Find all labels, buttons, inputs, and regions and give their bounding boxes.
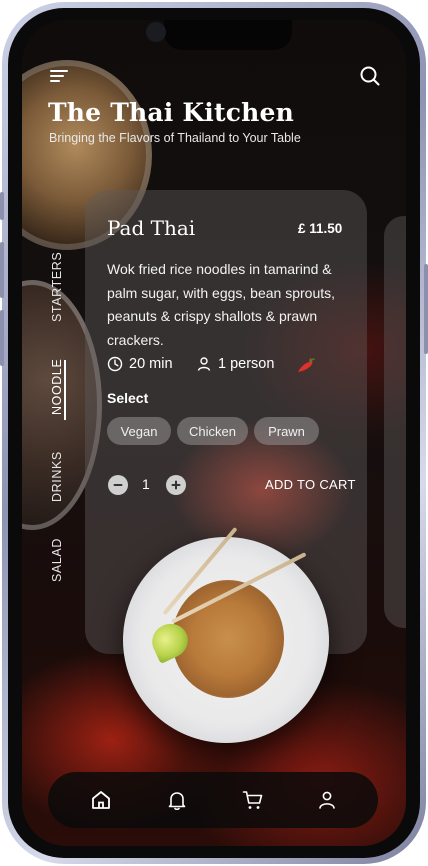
select-label: Select bbox=[107, 390, 149, 406]
user-icon bbox=[319, 791, 335, 809]
next-dish-card[interactable] bbox=[384, 216, 406, 628]
camera-dot bbox=[146, 22, 166, 42]
dish-price: £ 11.50 bbox=[298, 221, 343, 236]
page-title: The Thai Kitchen bbox=[48, 98, 295, 127]
search-icon bbox=[360, 66, 380, 86]
search-button[interactable] bbox=[358, 64, 382, 88]
mute-switch bbox=[0, 192, 4, 220]
minus-icon bbox=[113, 484, 123, 486]
nav-cart[interactable] bbox=[241, 788, 265, 812]
menu-button[interactable] bbox=[48, 66, 72, 86]
dish-description: Wok fried rice noodles in tamarind & pal… bbox=[107, 261, 336, 348]
category-starters[interactable]: STARTERS bbox=[50, 252, 64, 322]
power-button bbox=[424, 264, 428, 354]
serving-size-label: 1 person bbox=[218, 356, 275, 372]
category-salad[interactable]: SALAD bbox=[50, 538, 64, 582]
nav-home[interactable] bbox=[89, 788, 113, 812]
cart-icon bbox=[242, 791, 263, 809]
serving-size: 1 person bbox=[196, 356, 274, 372]
decrease-quantity-button[interactable] bbox=[108, 475, 128, 495]
dish-image-noodles bbox=[172, 580, 284, 698]
person-icon bbox=[197, 357, 211, 371]
prep-time-label: 20 min bbox=[129, 356, 173, 372]
nav-notifications[interactable] bbox=[165, 788, 189, 812]
home-icon bbox=[92, 791, 110, 809]
app-screen: The Thai Kitchen Bringing the Flavors of… bbox=[22, 20, 406, 846]
page-subtitle: Bringing the Flavors of Thailand to Your… bbox=[49, 131, 301, 145]
bell-icon bbox=[168, 792, 186, 811]
notch bbox=[164, 20, 292, 50]
category-noodle[interactable]: NOODLE bbox=[50, 359, 64, 415]
volume-down-button bbox=[0, 310, 4, 366]
chili-icon bbox=[298, 358, 315, 372]
menu-icon bbox=[50, 70, 68, 82]
quantity-value: 1 bbox=[142, 476, 150, 492]
category-drinks[interactable]: DRINKS bbox=[50, 451, 64, 502]
option-chicken[interactable]: Chicken bbox=[177, 417, 248, 445]
option-vegan[interactable]: Vegan bbox=[107, 417, 171, 445]
clock-icon bbox=[107, 356, 123, 372]
active-category-indicator bbox=[64, 360, 66, 420]
plus-icon bbox=[171, 480, 181, 490]
add-to-cart-button[interactable]: ADD TO CART bbox=[265, 477, 356, 492]
nav-profile[interactable] bbox=[315, 788, 339, 812]
option-prawn[interactable]: Prawn bbox=[254, 417, 319, 445]
increase-quantity-button[interactable] bbox=[166, 475, 186, 495]
prep-time: 20 min bbox=[107, 356, 173, 372]
volume-up-button bbox=[0, 242, 4, 298]
dish-name: Pad Thai bbox=[107, 216, 196, 240]
